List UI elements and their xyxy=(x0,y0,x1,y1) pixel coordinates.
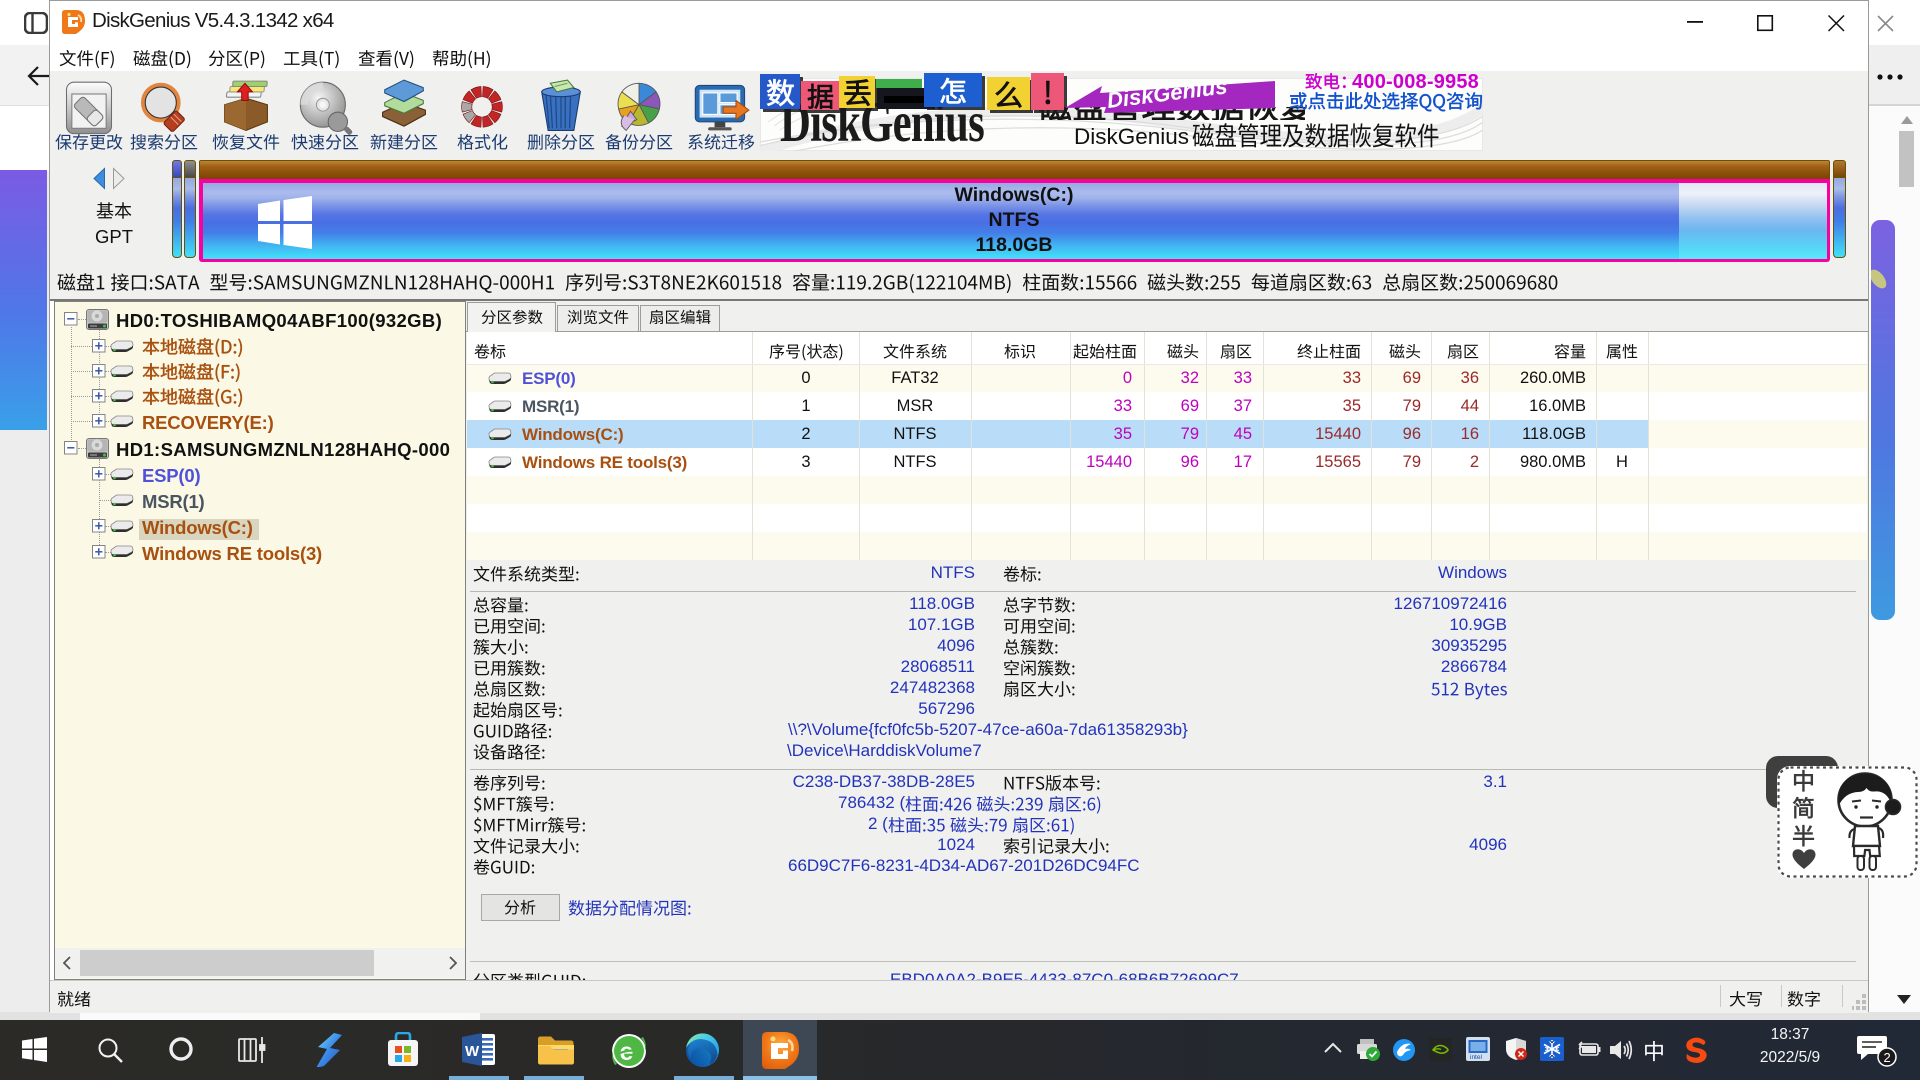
svg-text:intel: intel xyxy=(1470,1054,1482,1061)
svg-text:2: 2 xyxy=(1884,1050,1891,1065)
svg-text:W: W xyxy=(465,1043,480,1060)
